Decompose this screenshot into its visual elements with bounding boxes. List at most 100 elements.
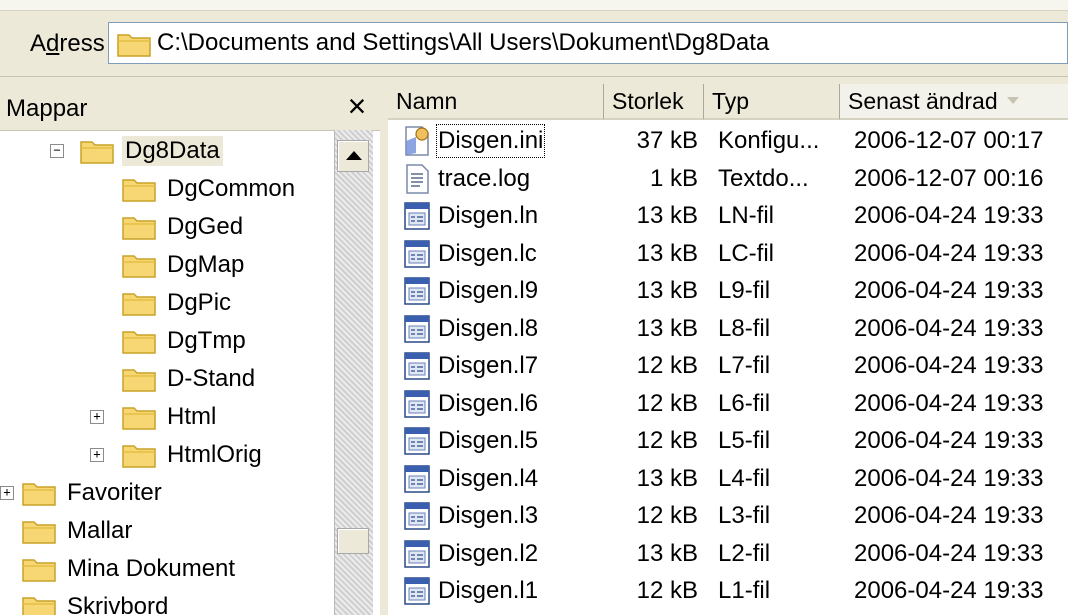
- file-size: 13 kB: [636, 464, 698, 492]
- folders-header: Mappar ×: [0, 84, 380, 131]
- folders-pane: Mappar × − Dg8Data DgCommon DgGed DgMap DgPic…: [0, 84, 380, 615]
- tree-item-dgcommon[interactable]: DgCommon: [122, 170, 298, 208]
- file-size: 13 kB: [636, 239, 698, 267]
- file-row[interactable]: Disgen.ini 37 kB Konfigu... 2006-12-07 00:1…: [388, 122, 1068, 160]
- file-row[interactable]: Disgen.lc 13 kB LC-fil 2006-04-24 19:33: [388, 235, 1068, 273]
- column-header-date[interactable]: Senast ändrad: [840, 84, 1068, 120]
- folder-icon: [122, 369, 156, 392]
- file-name: Disgen.l2: [438, 539, 539, 567]
- column-header-name[interactable]: Namn: [388, 84, 604, 120]
- tree-item-favoriter[interactable]: Favoriter: [22, 474, 165, 512]
- column-header-size[interactable]: Storlek: [604, 84, 704, 120]
- column-header-type[interactable]: Typ: [704, 84, 840, 120]
- tree-item-htmlorig[interactable]: HtmlOrig: [122, 436, 265, 474]
- file-name: Disgen.l4: [438, 464, 539, 492]
- tree-item-label: Dg8Data: [122, 136, 223, 166]
- file-modified-date: 2006-04-24 19:33: [854, 277, 1044, 304]
- file-name: Disgen.l1: [438, 577, 539, 604]
- sort-arrow-icon: [1006, 97, 1019, 104]
- tree-item-dgpic[interactable]: DgPic: [122, 284, 234, 322]
- list-header: Namn Storlek Typ Senast ändrad: [388, 84, 1068, 120]
- file-row[interactable]: Disgen.l2 13 kB L2-fil 2006-04-24 19:33: [388, 535, 1068, 573]
- file-modified-date: 2006-12-07 00:17: [854, 127, 1044, 154]
- folders-title: Mappar: [6, 95, 88, 122]
- folder-icon: [22, 521, 56, 544]
- tree-item-label: Mallar: [67, 517, 133, 544]
- folder-icon: [122, 331, 156, 354]
- tree-item-label: DgMap: [167, 251, 245, 278]
- file-modified-date: 2006-04-24 19:33: [854, 427, 1044, 454]
- file-row[interactable]: Disgen.l5 12 kB L5-fil 2006-04-24 19:33: [388, 422, 1068, 460]
- folder-icon: [22, 559, 56, 582]
- folder-icon: [22, 483, 56, 506]
- folder-icon: [122, 255, 156, 278]
- file-row[interactable]: Disgen.l3 12 kB L3-fil 2006-04-24 19:33: [388, 497, 1068, 535]
- file-row[interactable]: Disgen.l8 13 kB L8-fil 2006-04-24 19:33: [388, 310, 1068, 348]
- file-row[interactable]: Disgen.l4 13 kB L4-fil 2006-04-24 19:33: [388, 460, 1068, 498]
- tree-item-label: DgTmp: [167, 327, 246, 354]
- address-label: Adress: [30, 30, 105, 57]
- scroll-thumb[interactable]: [337, 528, 369, 554]
- file-modified-date: 2006-12-07 00:16: [854, 164, 1044, 192]
- file-modified-date: 2006-04-24 19:33: [854, 539, 1044, 567]
- tree-item-html[interactable]: Html: [122, 398, 219, 436]
- folder-tree: − Dg8Data DgCommon DgGed DgMap DgPic DgTmp D-St…: [0, 130, 332, 615]
- tree-item-label: DgCommon: [167, 175, 296, 202]
- tree-item-d-stand[interactable]: D-Stand: [122, 360, 258, 398]
- tree-item-label: DgPic: [167, 289, 232, 316]
- folder-icon: [80, 141, 114, 164]
- scroll-up-arrow-icon[interactable]: [337, 140, 369, 172]
- tree-item-mallar[interactable]: Mallar: [22, 512, 135, 550]
- tree-item-dgmap[interactable]: DgMap: [122, 246, 247, 284]
- address-input[interactable]: C:\Documents and Settings\All Users\Doku…: [108, 22, 1068, 64]
- file-name: Disgen.l6: [438, 389, 539, 417]
- file-row[interactable]: Disgen.l1 12 kB L1-fil 2006-04-24 19:33: [388, 572, 1068, 610]
- file-name: Disgen.lc: [438, 239, 537, 267]
- file-name: Disgen.l9: [438, 277, 539, 304]
- file-row[interactable]: Disgen.l6 12 kB L6-fil 2006-04-24 19:33: [388, 385, 1068, 423]
- folder-icon: [22, 597, 56, 615]
- folders-scrollbar[interactable]: [334, 130, 373, 615]
- tree-item-mina-dokument[interactable]: Mina Dokument: [22, 550, 238, 588]
- tree-item-dg8data[interactable]: Dg8Data: [80, 132, 223, 170]
- expand-icon[interactable]: +: [90, 448, 104, 462]
- file-row[interactable]: Disgen.ln 13 kB LN-fil 2006-04-24 19:33: [388, 197, 1068, 235]
- file-row[interactable]: Disgen.l7 12 kB L7-fil 2006-04-24 19:33: [388, 347, 1068, 385]
- collapse-icon[interactable]: −: [50, 144, 64, 158]
- file-modified-date: 2006-04-24 19:33: [854, 464, 1044, 492]
- file-name: Disgen.l8: [438, 314, 539, 342]
- file-row[interactable]: trace.log 1 kB Textdo... 2006-12-07 00:16: [388, 160, 1068, 198]
- expand-icon[interactable]: +: [0, 486, 14, 500]
- pane-splitter[interactable]: [380, 84, 388, 615]
- file-type: L4-fil: [718, 464, 771, 492]
- file-modified-date: 2006-04-24 19:33: [854, 389, 1044, 417]
- folder-icon: [117, 34, 151, 57]
- file-type: Textdo...: [718, 164, 809, 192]
- file-size: 13 kB: [636, 314, 698, 342]
- file-modified-date: 2006-04-24 19:33: [854, 502, 1044, 529]
- file-size: 13 kB: [636, 539, 698, 567]
- file-modified-date: 2006-04-24 19:33: [854, 314, 1044, 342]
- file-type: L1-fil: [718, 577, 771, 604]
- file-type: L3-fil: [718, 502, 771, 529]
- tree-item-dgtmp[interactable]: DgTmp: [122, 322, 249, 360]
- file-size: 12 kB: [636, 577, 698, 604]
- column-header-date-label: Senast ändrad: [848, 88, 998, 114]
- file-type: LN-fil: [718, 202, 775, 229]
- file-type: L2-fil: [718, 539, 771, 567]
- tree-item-skrivbord[interactable]: Skrivbord: [22, 588, 171, 615]
- file-name: trace.log: [438, 164, 531, 192]
- folder-icon: [122, 293, 156, 316]
- close-icon[interactable]: ×: [340, 88, 374, 124]
- tree-item-label: Favoriter: [67, 479, 162, 506]
- toolbar-edge: [0, 0, 1068, 11]
- expand-icon[interactable]: +: [90, 410, 104, 424]
- folder-icon: [122, 179, 156, 202]
- file-type: L5-fil: [718, 427, 771, 454]
- tree-item-label: HtmlOrig: [167, 441, 262, 468]
- file-name: Disgen.l7: [438, 352, 539, 379]
- file-row[interactable]: Disgen.l9 13 kB L9-fil 2006-04-24 19:33: [388, 272, 1068, 310]
- tree-item-label: DgGed: [167, 213, 244, 240]
- file-name: Disgen.ln: [438, 202, 539, 229]
- tree-item-dgged[interactable]: DgGed: [122, 208, 246, 246]
